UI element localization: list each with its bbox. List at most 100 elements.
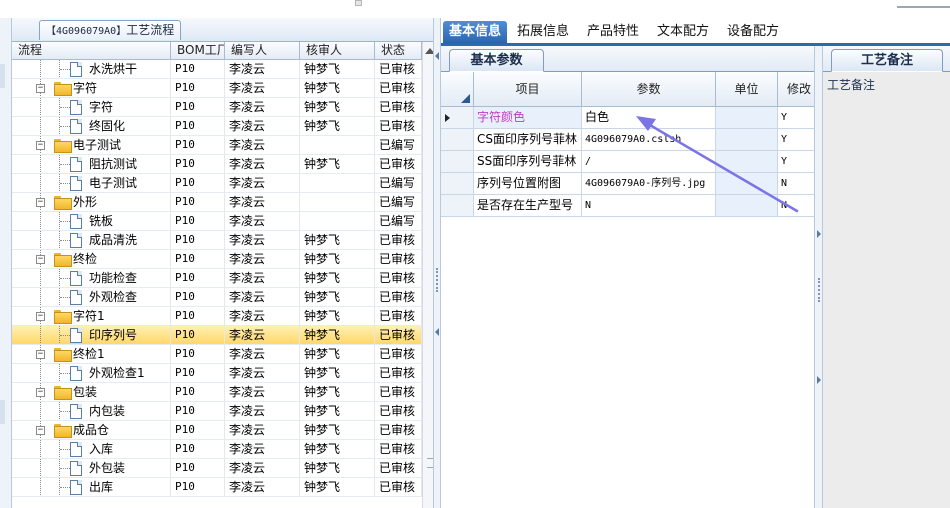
- row-header[interactable]: [441, 151, 474, 173]
- tree-node-cell[interactable]: 终固化: [12, 117, 171, 135]
- tab-text-recipe[interactable]: 文本配方: [651, 21, 715, 44]
- column-header-plant[interactable]: BOM工厂: [171, 42, 225, 60]
- tree-node-cell[interactable]: − 成品仓: [12, 421, 171, 439]
- author-cell: 李凌云: [225, 212, 300, 230]
- param-row[interactable]: SS面印序列号菲林 / Y: [441, 151, 821, 173]
- tree-step-row[interactable]: 铣板 P10 李凌云 已编写: [12, 212, 422, 231]
- collapse-icon[interactable]: −: [36, 84, 45, 93]
- collapse-icon[interactable]: −: [36, 312, 45, 321]
- tree-step-row[interactable]: 阻抗测试 P10 李凌云 钟梦飞 已审核: [12, 155, 422, 174]
- collapse-icon[interactable]: −: [36, 426, 45, 435]
- tree-step-row[interactable]: 印序列号 P10 李凌云 钟梦飞 已审核: [12, 326, 422, 345]
- tree-node-cell[interactable]: 出库: [12, 478, 171, 496]
- bom-plant-cell: P10: [171, 136, 225, 154]
- tree-step-row[interactable]: 内包装 P10 李凌云 钟梦飞 已审核: [12, 402, 422, 421]
- param-row[interactable]: 序列号位置附图 4G096079A0-序列号.jpg N: [441, 173, 821, 195]
- collapse-icon[interactable]: −: [36, 255, 45, 264]
- tree-group-row[interactable]: − 终检 P10 李凌云 钟梦飞 已审核: [12, 250, 422, 269]
- tree-step-row[interactable]: 电子测试 P10 李凌云 已编写: [12, 174, 422, 193]
- tab-extended-info[interactable]: 拓展信息: [511, 21, 575, 44]
- collapse-left-icon[interactable]: [435, 52, 439, 60]
- tree-group-row[interactable]: − 终检1 P10 李凌云 钟梦飞 已审核: [12, 345, 422, 364]
- tree-node-cell[interactable]: 电子测试: [12, 174, 171, 192]
- row-header[interactable]: [441, 129, 474, 151]
- tree-group-row[interactable]: − 电子测试 P10 李凌云 已编写: [12, 136, 422, 155]
- tree-node-cell[interactable]: 外包装: [12, 459, 171, 477]
- bom-plant-cell: P10: [171, 345, 225, 363]
- tree-node-cell[interactable]: − 终检: [12, 250, 171, 268]
- row-header[interactable]: [441, 173, 474, 195]
- scroll-handle[interactable]: [355, 0, 362, 6]
- tree-group-row[interactable]: − 成品仓 P10 李凌云 钟梦飞 已审核: [12, 421, 422, 440]
- tab-process-notes[interactable]: 工艺备注: [831, 49, 943, 72]
- tree-node-cell[interactable]: − 外形: [12, 193, 171, 211]
- tree-node-cell[interactable]: 印序列号: [12, 326, 171, 344]
- collapse-icon[interactable]: −: [36, 388, 45, 397]
- process-panel-tab[interactable]: 【4G096079A0】工艺流程: [39, 20, 182, 40]
- column-header-status[interactable]: 状态: [375, 42, 422, 60]
- column-header-value[interactable]: 参数: [582, 72, 716, 106]
- tab-product-features[interactable]: 产品特性: [581, 21, 645, 44]
- column-header-author[interactable]: 编写人: [225, 42, 300, 60]
- collapse-icon[interactable]: −: [36, 198, 45, 207]
- collapse-left-icon[interactable]: [435, 328, 439, 336]
- tree-node-cell[interactable]: 外观检查: [12, 288, 171, 306]
- column-header-reviewer[interactable]: 核审人: [300, 42, 375, 60]
- tree-node-cell[interactable]: − 终检1: [12, 345, 171, 363]
- tree-node-cell[interactable]: − 字符: [12, 79, 171, 97]
- tree-node-cell[interactable]: 外观检查1: [12, 364, 171, 382]
- column-header-item[interactable]: 项目: [474, 72, 582, 106]
- tree-step-row[interactable]: 外包装 P10 李凌云 钟梦飞 已审核: [12, 459, 422, 478]
- tree-node-cell[interactable]: 成品清洗: [12, 231, 171, 249]
- tree-node-cell[interactable]: − 包装: [12, 383, 171, 401]
- tree-group-row[interactable]: − 外形 P10 李凌云 已编写: [12, 193, 422, 212]
- param-row[interactable]: 是否存在生产型号 N N: [441, 195, 821, 217]
- param-value-cell[interactable]: N: [582, 195, 716, 217]
- tree-step-row[interactable]: 水洗烘干 P10 李凌云 钟梦飞 已审核: [12, 60, 422, 79]
- collapse-right-icon[interactable]: [817, 376, 821, 384]
- tree-node-label: 成品仓: [73, 423, 110, 437]
- tab-basic-info[interactable]: 基本信息: [443, 21, 508, 44]
- param-value-cell[interactable]: 4G096079A0-序列号.jpg: [582, 173, 716, 195]
- collapse-right-icon[interactable]: [817, 230, 821, 238]
- collapse-icon[interactable]: −: [36, 350, 45, 359]
- column-header-flow[interactable]: 流程: [12, 42, 171, 60]
- collapse-icon[interactable]: −: [36, 141, 45, 150]
- tab-equipment-recipe[interactable]: 设备配方: [721, 21, 785, 44]
- param-value-cell[interactable]: 白色: [582, 107, 716, 129]
- tree-group-row[interactable]: − 字符1 P10 李凌云 钟梦飞 已审核: [12, 307, 422, 326]
- tree-step-row[interactable]: 字符 P10 李凌云 钟梦飞 已审核: [12, 98, 422, 117]
- right-splitter[interactable]: [814, 46, 823, 508]
- tree-node-cell[interactable]: 内包装: [12, 402, 171, 420]
- tree-node-cell[interactable]: 铣板: [12, 212, 171, 230]
- tree-node-cell[interactable]: 水洗烘干: [12, 60, 171, 78]
- tree-step-row[interactable]: 外观检查1 P10 李凌云 钟梦飞 已审核: [12, 364, 422, 383]
- splitter-grip-icon[interactable]: [818, 278, 820, 302]
- tree-node-cell[interactable]: − 字符1: [12, 307, 171, 325]
- grid-corner[interactable]: [441, 72, 474, 106]
- tree-group-row[interactable]: − 字符 P10 李凌云 钟梦飞 已审核: [12, 79, 422, 98]
- tree-step-row[interactable]: 外观检查 P10 李凌云 钟梦飞 已审核: [12, 288, 422, 307]
- column-header-unit[interactable]: 单位: [716, 72, 778, 106]
- param-row[interactable]: CS面印序列号菲林 4G096079A0.cslsh Y: [441, 129, 821, 151]
- tree-step-row[interactable]: 终固化 P10 李凌云 钟梦飞 已审核: [12, 117, 422, 136]
- row-header[interactable]: [441, 107, 474, 129]
- left-splitter[interactable]: [433, 18, 441, 508]
- tree-node-cell[interactable]: 功能检查: [12, 269, 171, 287]
- tree-node-cell[interactable]: 字符: [12, 98, 171, 116]
- param-value-cell[interactable]: 4G096079A0.cslsh: [582, 129, 716, 151]
- splitter-grip-icon[interactable]: [436, 268, 438, 292]
- tree-group-row[interactable]: − 包装 P10 李凌云 钟梦飞 已审核: [12, 383, 422, 402]
- folder-icon: [54, 386, 72, 400]
- param-value-cell[interactable]: /: [582, 151, 716, 173]
- tab-basic-params[interactable]: 基本参数: [449, 49, 544, 72]
- tree-step-row[interactable]: 入库 P10 李凌云 钟梦飞 已审核: [12, 440, 422, 459]
- tree-step-row[interactable]: 成品清洗 P10 李凌云 钟梦飞 已审核: [12, 231, 422, 250]
- tree-node-cell[interactable]: 入库: [12, 440, 171, 458]
- tree-step-row[interactable]: 功能检查 P10 李凌云 钟梦飞 已审核: [12, 269, 422, 288]
- param-row[interactable]: 字符颜色 白色 Y: [441, 107, 821, 129]
- tree-node-cell[interactable]: − 电子测试: [12, 136, 171, 154]
- tree-node-cell[interactable]: 阻抗测试: [12, 155, 171, 173]
- tree-step-row[interactable]: 出库 P10 李凌云 钟梦飞 已审核: [12, 478, 422, 497]
- row-header[interactable]: [441, 195, 474, 217]
